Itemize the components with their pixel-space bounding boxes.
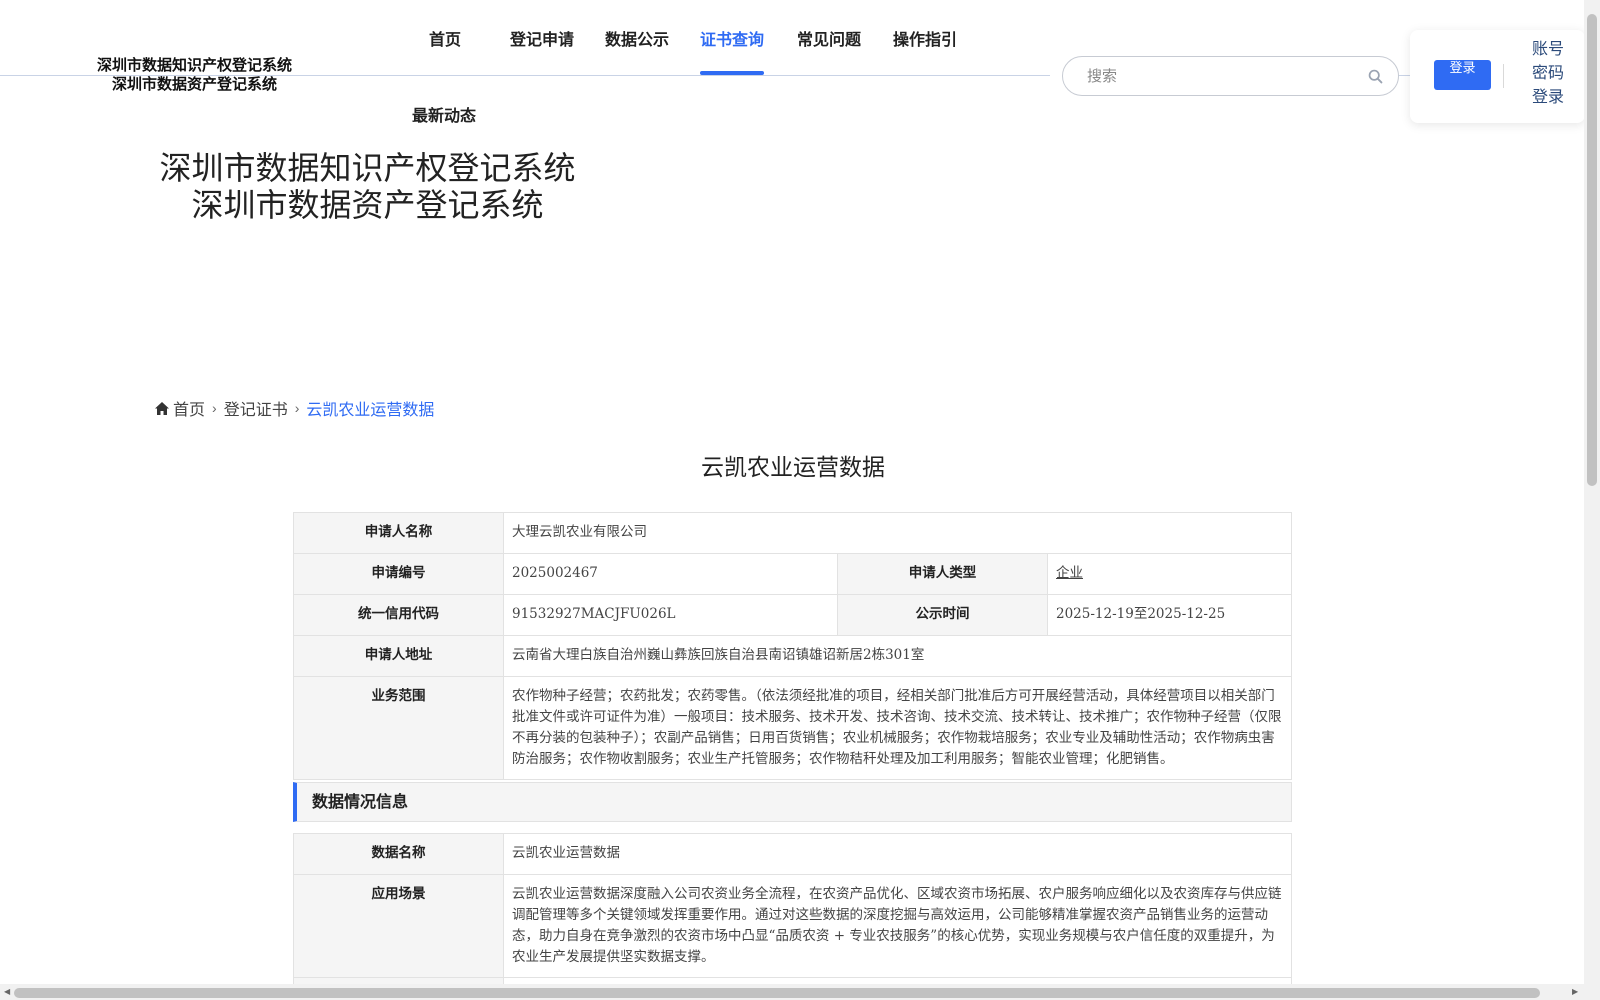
breadcrumb: 首页 › 登记证书 › 云凯农业运营数据 <box>155 396 434 420</box>
credit-code-label: 统一信用代码 <box>293 594 504 636</box>
home-icon <box>155 401 169 415</box>
nav-active-indicator <box>700 71 764 75</box>
table-row: 申请人地址 云南省大理白族自治州巍山彝族回族自治县南诏镇雄诏新居2栋301室 <box>293 635 1292 677</box>
vertical-scrollbar-thumb[interactable] <box>1587 14 1597 486</box>
breadcrumb-current: 云凯农业运营数据 <box>306 402 435 419</box>
nav-operation-guide[interactable]: 操作指引 <box>893 26 957 50</box>
nav-registration-apply[interactable]: 登记申请 <box>510 26 574 50</box>
account-password-login-link[interactable]: 账号密码登录 <box>1530 38 1566 110</box>
table-row: 申请编号 2025002467 申请人类型 企业 <box>293 553 1292 595</box>
site-brand[interactable]: 深圳市数据知识产权登记系统 深圳市数据资产登记系统 <box>92 56 297 94</box>
hero-title-line-1: 深圳市数据知识产权登记系统 <box>159 149 576 187</box>
business-scope-value: 农作物种子经营；农药批发；农药零售。（依法须经批准的项目，经相关部门批准后方可开… <box>503 676 1292 780</box>
chevron-right-icon: › <box>294 400 300 416</box>
nav-data-publicity[interactable]: 数据公示 <box>605 26 669 50</box>
search-icon[interactable] <box>1367 68 1384 85</box>
application-scenario-value: 云凯农业运营数据深度融入公司农资业务全流程，在农资产品优化、区域农资市场拓展、农… <box>503 874 1292 978</box>
horizontal-scrollbar[interactable]: ◀ ▶ <box>0 984 1584 1000</box>
hero-title: 深圳市数据知识产权登记系统 深圳市数据资产登记系统 <box>150 150 585 224</box>
table-row: 申请人名称 大理云凯农业有限公司 <box>293 512 1292 554</box>
search-input[interactable] <box>1087 65 1347 87</box>
table-row: 统一信用代码 91532927MACJFU026L 公示时间 2025-12-1… <box>293 594 1292 636</box>
application-number-value: 2025002467 <box>503 553 838 595</box>
application-number-label: 申请编号 <box>293 553 504 595</box>
page-title: 云凯农业运营数据 <box>701 454 885 480</box>
nav-home[interactable]: 首页 <box>429 26 461 50</box>
login-button[interactable]: 登录 <box>1434 60 1491 90</box>
applicant-type-cell: 企业 <box>1047 553 1292 595</box>
data-name-label: 数据名称 <box>293 833 504 875</box>
table-row: 业务范围 农作物种子经营；农药批发；农药零售。（依法须经批准的项目，经相关部门批… <box>293 676 1292 780</box>
section-heading-data-info: 数据情况信息 <box>293 782 1292 822</box>
nav-faq[interactable]: 常见问题 <box>797 26 861 50</box>
hero-title-line-2: 深圳市数据资产登记系统 <box>191 186 544 224</box>
breadcrumb-certificates[interactable]: 登记证书 <box>224 396 288 420</box>
data-name-value: 云凯农业运营数据 <box>503 833 1292 875</box>
brand-line-1: 深圳市数据知识产权登记系统 <box>96 56 292 74</box>
login-panel: 登录 账号密码登录 <box>1410 30 1585 123</box>
table-row: 数据名称 云凯农业运营数据 <box>293 833 1292 875</box>
chevron-right-icon: › <box>212 400 217 416</box>
applicant-type-label: 申请人类型 <box>837 553 1048 595</box>
nav-certificate-query[interactable]: 证书查询 <box>700 26 764 50</box>
breadcrumb-home[interactable]: 首页 <box>173 396 205 420</box>
applicant-info-table: 申请人名称 大理云凯农业有限公司 申请编号 2025002467 申请人类型 企… <box>293 512 1292 780</box>
business-scope-label: 业务范围 <box>293 676 504 780</box>
horizontal-scrollbar-thumb[interactable] <box>14 988 1540 998</box>
scroll-left-arrow-icon[interactable]: ◀ <box>4 987 10 996</box>
scroll-right-arrow-icon[interactable]: ▶ <box>1572 987 1578 996</box>
application-scenario-label: 应用场景 <box>293 874 504 978</box>
publicity-period-value: 2025-12-19至2025-12-25 <box>1047 594 1292 636</box>
brand-line-2: 深圳市数据资产登记系统 <box>111 75 277 93</box>
login-divider <box>1503 64 1504 88</box>
applicant-address-label: 申请人地址 <box>293 635 504 677</box>
nav-latest-news[interactable]: 最新动态 <box>412 102 476 126</box>
credit-code-value: 91532927MACJFU026L <box>503 594 838 636</box>
vertical-scrollbar[interactable] <box>1584 0 1600 1000</box>
applicant-type-value: 企业 <box>1056 565 1083 581</box>
data-info-table: 数据名称 云凯农业运营数据 应用场景 云凯农业运营数据深度融入公司农资业务全流程… <box>293 833 1292 1000</box>
applicant-name-value: 大理云凯农业有限公司 <box>503 512 1292 554</box>
applicant-address-value: 云南省大理白族自治州巍山彝族回族自治县南诏镇雄诏新居2栋301室 <box>503 635 1292 677</box>
search-box <box>1062 56 1399 96</box>
table-row: 应用场景 云凯农业运营数据深度融入公司农资业务全流程，在农资产品优化、区域农资市… <box>293 874 1292 978</box>
publicity-period-label: 公示时间 <box>837 594 1048 636</box>
applicant-name-label: 申请人名称 <box>293 512 504 554</box>
